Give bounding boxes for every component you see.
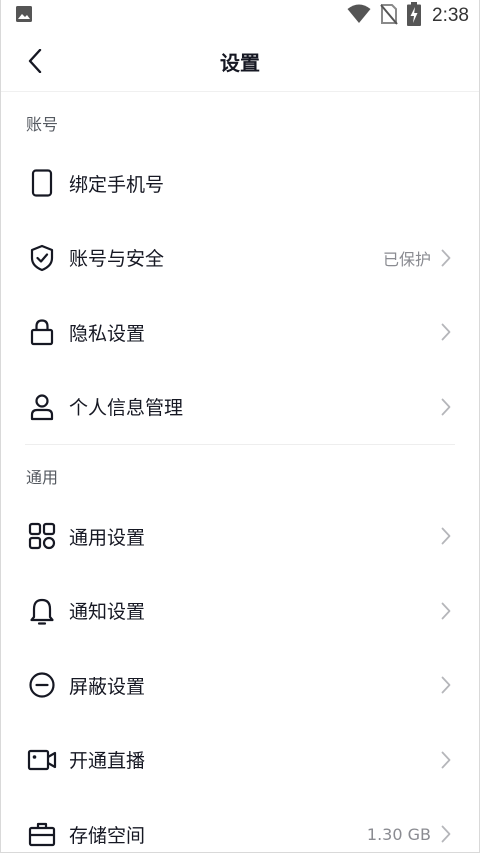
chevron-right-icon [439,322,453,342]
settings-item-label: 通知设置 [69,601,146,624]
block-icon [27,670,57,700]
nav-header: 设置 [1,32,479,92]
settings-item-label: 账号与安全 [69,248,165,271]
bell-icon [27,596,57,626]
storage-box-icon [27,819,57,849]
shield-check-icon [27,243,57,273]
lock-icon [27,317,57,347]
settings-item-label: 开通直播 [69,750,146,773]
settings-item-general[interactable]: 通用设置 [1,499,479,574]
settings-item-label: 个人信息管理 [69,397,184,420]
settings-item-label: 隐私设置 [69,322,146,345]
settings-item-block[interactable]: 屏蔽设置 [1,648,479,723]
person-icon [27,392,57,422]
chevron-right-icon [439,601,453,621]
settings-screen: 2:38 设置 账号 绑定手机号 账号与安全 已保护 隐私设置 个人信息管理 通… [0,0,480,853]
page-title: 设置 [220,51,260,75]
settings-item-privacy[interactable]: 隐私设置 [1,295,479,370]
settings-item-account-security[interactable]: 账号与安全 已保护 [1,221,479,296]
settings-item-storage[interactable]: 存储空间 1.30 GB [1,797,479,852]
settings-item-personal-info[interactable]: 个人信息管理 [1,370,479,445]
battery-charging-icon [407,2,422,30]
wifi-icon [347,4,371,28]
no-sim-icon [380,3,398,29]
chevron-left-icon [28,48,42,77]
settings-item-bind-phone[interactable]: 绑定手机号 [1,146,479,221]
security-status-value: 已保护 [382,249,431,269]
grid-icon [27,521,57,551]
status-time: 2:38 [432,5,469,26]
chevron-right-icon [439,824,453,844]
section-title-general: 通用 [26,468,59,487]
settings-item-live[interactable]: 开通直播 [1,723,479,798]
settings-item-label: 存储空间 [69,824,146,847]
settings-item-label: 通用设置 [69,526,146,549]
section-title-account: 账号 [26,115,59,134]
settings-item-label: 绑定手机号 [69,173,165,196]
phone-icon [27,168,57,198]
chevron-right-icon [439,526,453,546]
settings-item-notifications[interactable]: 通知设置 [1,574,479,649]
settings-item-label: 屏蔽设置 [69,675,146,698]
chevron-right-icon [439,750,453,770]
status-bar: 2:38 [1,0,479,32]
video-camera-icon [27,745,57,775]
storage-size-value: 1.30 GB [366,824,431,844]
back-button[interactable] [21,48,49,78]
image-icon [15,5,33,27]
chevron-right-icon [439,248,453,268]
chevron-right-icon [439,675,453,695]
chevron-right-icon [439,397,453,417]
